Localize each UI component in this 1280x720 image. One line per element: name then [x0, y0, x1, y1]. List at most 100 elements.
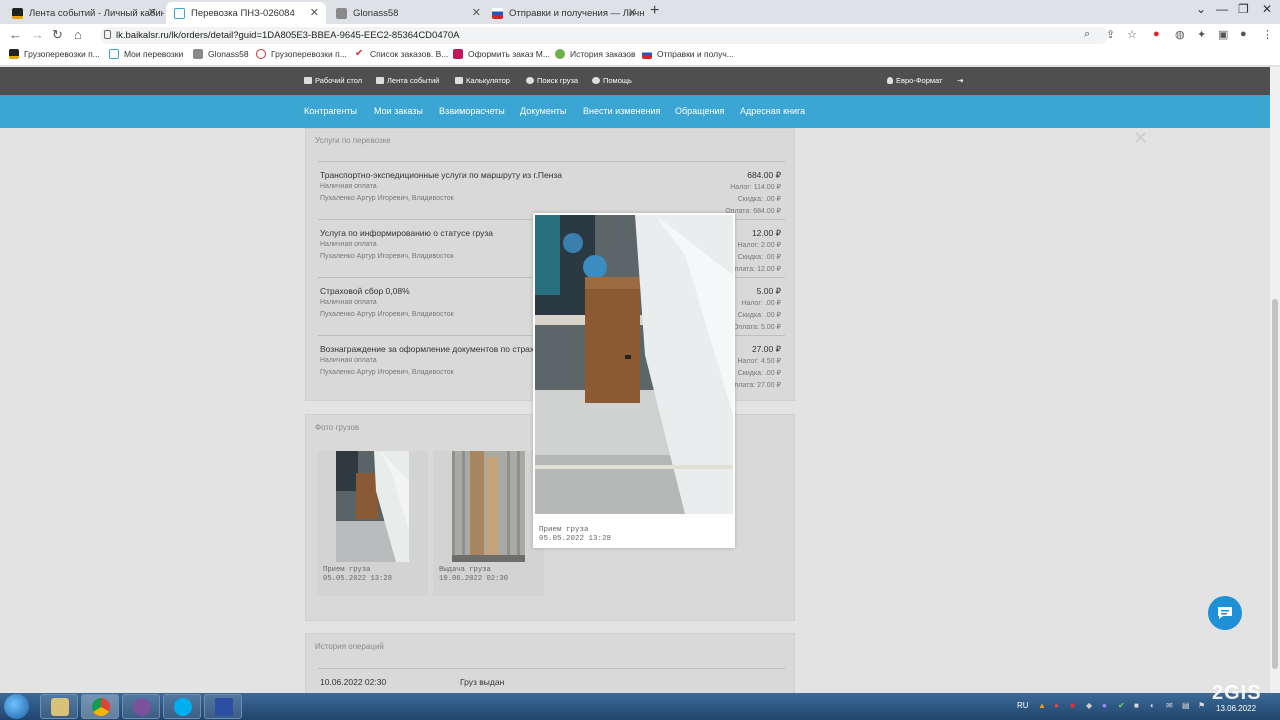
- new-tab-button[interactable]: +: [650, 2, 659, 20]
- share-icon[interactable]: ⇪: [1106, 28, 1115, 41]
- home-icon[interactable]: ⌂: [74, 27, 82, 42]
- photo-thumbnail[interactable]: Прием груза 05.05.2022 13:28: [317, 451, 428, 596]
- forward-icon[interactable]: →: [31, 27, 44, 42]
- extension-icon[interactable]: ◍: [1175, 28, 1185, 41]
- bookmark-label: Грузоперевозки п...: [24, 49, 100, 59]
- bookmark[interactable]: История заказов: [555, 49, 636, 59]
- nav-events[interactable]: Лента событий: [376, 76, 439, 85]
- system-clock[interactable]: 13.06.2022: [1216, 704, 1256, 714]
- language-indicator[interactable]: RU: [1017, 701, 1029, 710]
- start-button[interactable]: [4, 694, 29, 719]
- tray-icon[interactable]: ✔: [1118, 701, 1125, 710]
- pdf-icon[interactable]: ■: [1070, 701, 1075, 710]
- kv-value: 4.50 ₽: [760, 358, 781, 365]
- tab-order[interactable]: Перевозка ПНЗ-026084 ✕: [166, 2, 326, 24]
- flag-tray-icon[interactable]: ⚑: [1198, 701, 1205, 710]
- os-taskbar: RU ▲ ● ■ ◆ ● ✔ ■ ◐ ✉ ▤ ⚑: [0, 693, 1280, 720]
- tray-icon[interactable]: ■: [1134, 701, 1139, 710]
- page-scrollbar[interactable]: [1270, 67, 1280, 693]
- zoom-icon[interactable]: ⌕: [1084, 28, 1090, 41]
- service-name: Транспортно-экспедиционные услуги по мар…: [320, 170, 563, 180]
- subnav-settlements[interactable]: Взаиморасчеты: [439, 106, 505, 116]
- minimize-icon[interactable]: —: [1216, 2, 1228, 16]
- nav-label: Помощь: [603, 76, 632, 85]
- bookmark[interactable]: Отправки и получ...: [642, 49, 734, 59]
- taskbar-explorer[interactable]: [40, 694, 78, 719]
- close-window-icon[interactable]: ✕: [1262, 2, 1272, 16]
- kv-value: 2.00 ₽: [760, 242, 781, 249]
- subnav-address-book[interactable]: Адресная книга: [740, 106, 805, 116]
- calculator-icon: [455, 77, 463, 84]
- service-price: 27.00 ₽: [751, 344, 781, 354]
- reload-icon[interactable]: ↻: [52, 27, 63, 43]
- close-tab-icon[interactable]: ✕: [472, 6, 481, 19]
- nav-desktop[interactable]: Рабочий стол: [304, 76, 362, 85]
- taskbar-skype[interactable]: [163, 694, 201, 719]
- tab-label: Перевозка ПНЗ-026084: [191, 7, 295, 19]
- caption-date: 10.06.2022 02:30: [439, 575, 509, 583]
- taskbar-app[interactable]: [204, 694, 242, 719]
- taskbar-viber[interactable]: [122, 694, 160, 719]
- chat-button[interactable]: [1208, 596, 1242, 630]
- grid-icon: [304, 77, 312, 84]
- subnav-requests[interactable]: Обращения: [675, 106, 724, 116]
- url-field[interactable]: lk.baikalsr.ru/lk/orders/detail?guid=1DA…: [100, 27, 1108, 44]
- photo-thumbnail[interactable]: Выдача груза 10.06.2022 02:30: [433, 451, 544, 596]
- lock-icon: [104, 30, 111, 39]
- bookmark[interactable]: ✔ Список заказов. В...: [355, 48, 448, 60]
- nav-search-cargo[interactable]: Поиск груза: [526, 76, 578, 85]
- kv-value: .00 ₽: [764, 370, 781, 377]
- nav-help[interactable]: Помощь: [592, 76, 632, 85]
- viber-tray-icon[interactable]: ●: [1102, 701, 1107, 710]
- back-icon[interactable]: ←: [9, 27, 22, 42]
- caption-text: Прием груза: [323, 566, 371, 574]
- history-panel: История операций 10.06.2022 02:30 Груз в…: [305, 633, 795, 693]
- kv-value: .00 ₽: [764, 254, 781, 261]
- network-icon[interactable]: ▤: [1182, 701, 1190, 710]
- tab-glonass[interactable]: Glonass58 ✕: [328, 2, 488, 24]
- close-tab-icon[interactable]: ✕: [148, 6, 157, 19]
- taskbar-chrome[interactable]: [81, 694, 119, 719]
- bookmark-label: Glonass58: [208, 49, 249, 59]
- bookmark[interactable]: Мои перевозки: [109, 49, 183, 59]
- profile-icon[interactable]: ●: [1240, 28, 1247, 40]
- user-menu[interactable]: Евро-Формат: [887, 76, 942, 85]
- sidebar-icon[interactable]: ▣: [1218, 28, 1228, 41]
- opera-ext-icon[interactable]: ●: [1153, 28, 1160, 40]
- bookmark[interactable]: Glonass58: [193, 49, 249, 59]
- bookmark-label: Мои перевозки: [124, 49, 184, 59]
- photo-preview-popup[interactable]: Прием груза 05.05.2022 13:28: [533, 213, 735, 548]
- puzzle-icon[interactable]: ✦: [1197, 28, 1206, 41]
- tab-events[interactable]: Лента событий - Личный кабин ✕: [4, 2, 164, 24]
- bookmark[interactable]: Оформить заказ М...: [453, 49, 550, 59]
- tray-icon[interactable]: ✉: [1166, 701, 1173, 710]
- close-overlay-icon[interactable]: ✕: [1133, 128, 1148, 149]
- bookmark[interactable]: Грузоперевозки п...: [9, 49, 100, 59]
- glonass-icon: [193, 49, 203, 59]
- payer: Пухаленко Артур Игоревич, Владивосток: [320, 253, 454, 260]
- nav-label: Рабочий стол: [315, 76, 363, 85]
- bookmark[interactable]: Грузоперевозки п...: [256, 49, 347, 59]
- tray-icon[interactable]: ◆: [1086, 701, 1092, 710]
- tab-shipments[interactable]: Отправки и получения — Личн ✕: [484, 2, 644, 24]
- tray-icon[interactable]: ◐: [1150, 701, 1155, 710]
- nav-calculator[interactable]: Калькулятор: [455, 76, 510, 85]
- history-row: 10.06.2022 02:30 Груз выдан: [318, 668, 785, 687]
- chevron-down-icon[interactable]: ⌄: [1196, 2, 1206, 16]
- discount-row: Скидка: .00 ₽: [738, 195, 781, 203]
- subnav-changes[interactable]: Внести изменения: [583, 106, 660, 116]
- subnav-documents[interactable]: Документы: [520, 106, 566, 116]
- close-tab-icon[interactable]: ✕: [628, 6, 637, 19]
- subnav-contractors[interactable]: Контрагенты: [304, 106, 357, 116]
- tray-icon[interactable]: ●: [1054, 701, 1059, 710]
- bookmark-label: История заказов: [570, 49, 636, 59]
- tray-icon[interactable]: ▲: [1038, 701, 1046, 710]
- subnav-my-orders[interactable]: Мои заказы: [374, 106, 423, 116]
- star-icon[interactable]: ☆: [1127, 28, 1137, 41]
- logout-icon[interactable]: ⇥: [957, 76, 963, 85]
- checkmark-icon: ✔: [355, 48, 364, 59]
- scrollbar-thumb[interactable]: [1272, 299, 1278, 669]
- menu-icon[interactable]: ⋮: [1262, 28, 1273, 41]
- close-tab-icon[interactable]: ✕: [310, 6, 319, 19]
- restore-icon[interactable]: ❐: [1238, 2, 1249, 16]
